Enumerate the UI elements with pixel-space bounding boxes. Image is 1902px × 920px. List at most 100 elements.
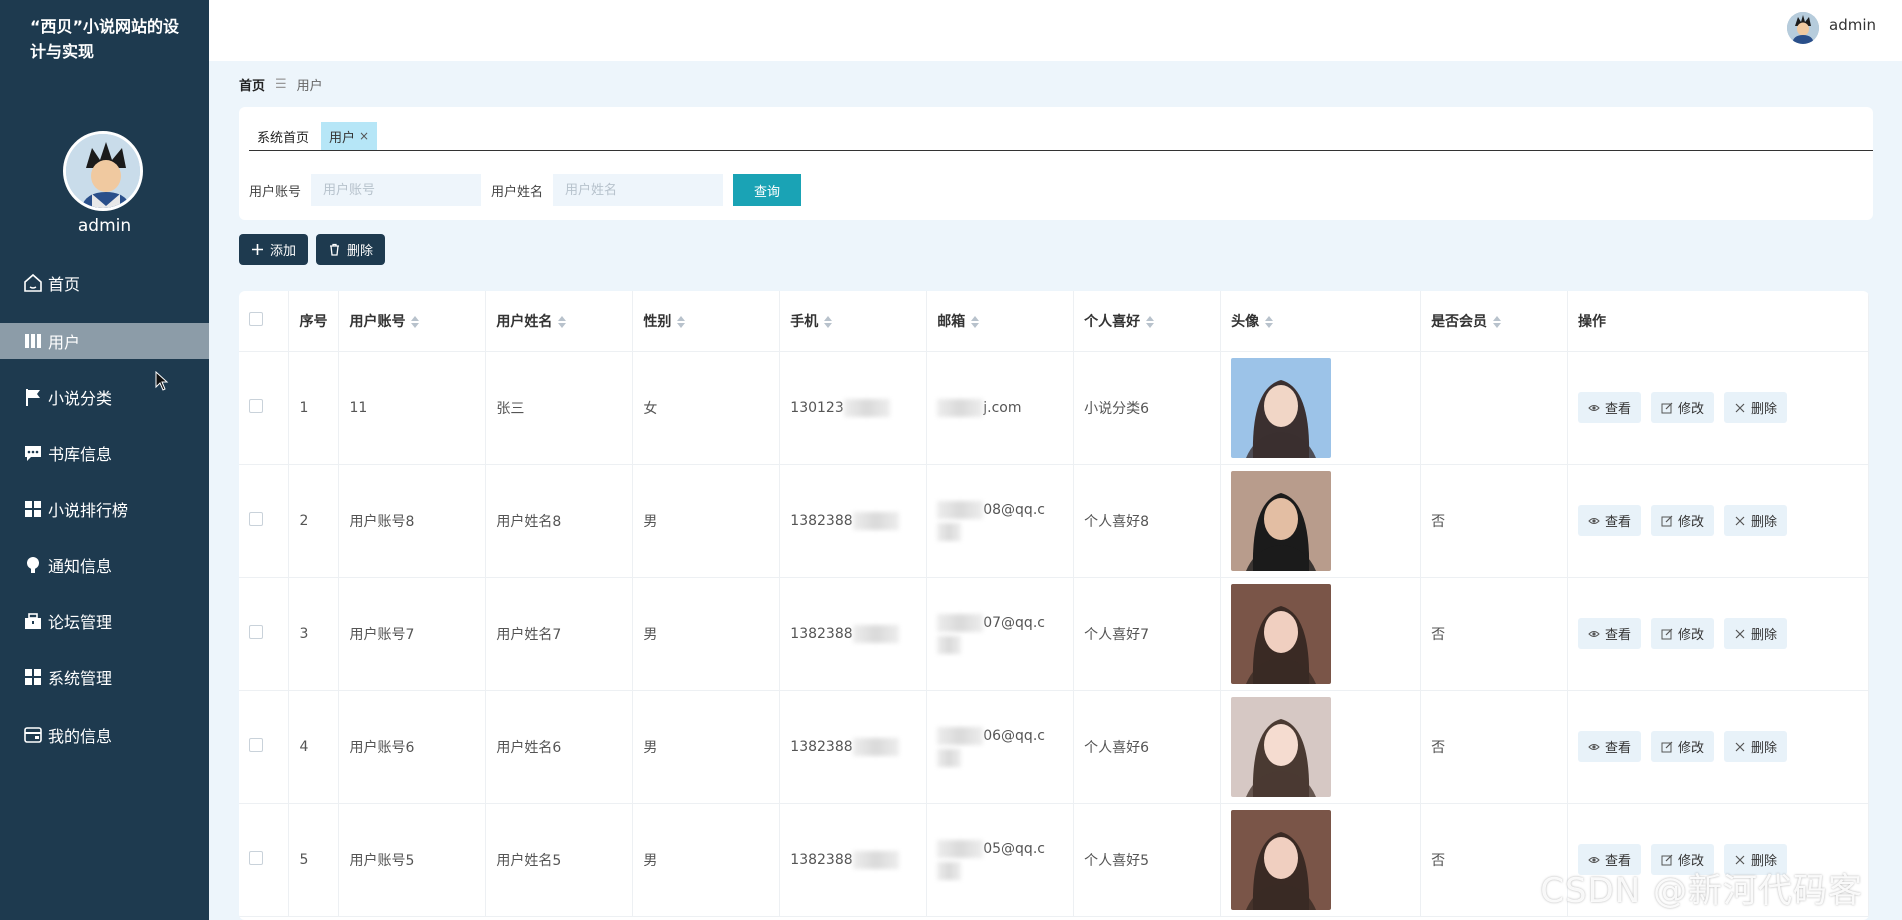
row-delete-button[interactable]: 删除 [1724,505,1788,536]
row-delete-button[interactable]: 删除 [1724,731,1788,762]
header-label: 邮箱 [937,313,966,330]
row-checkbox[interactable] [249,511,263,526]
select-all-cell[interactable] [239,291,290,352]
toolbar: 添加 删除 [239,234,386,265]
sort-icon[interactable] [411,315,420,328]
delete-button[interactable]: 删除 [316,234,386,265]
sort-icon[interactable] [1265,315,1274,328]
cell-account: 用户账号8 [338,464,487,578]
cell-phone: 1382388 [779,803,928,917]
cell-actions: 查看 修改 删除 [1567,351,1869,465]
eye-icon [1588,517,1600,524]
sidebar-item-novel-category[interactable]: 小说分类 [0,379,209,415]
header-member[interactable]: 是否会员 [1420,291,1569,352]
cell-member [1420,351,1569,465]
row-select-cell[interactable] [239,577,290,691]
view-label: 查看 [1605,741,1632,756]
tab-system-home[interactable]: 系统首页 [249,122,317,150]
row-delete-button[interactable]: 删除 [1724,618,1788,649]
edit-button[interactable]: 修改 [1651,505,1715,536]
cell-actions: 查看 修改 删除 [1567,577,1869,691]
avatar[interactable] [63,131,143,211]
sidebar-item-users[interactable]: 用户 [0,323,209,359]
breadcrumb-home[interactable]: 首页 [239,75,265,94]
sort-icon[interactable] [677,315,686,328]
row-checkbox[interactable] [249,737,263,752]
header-hobby[interactable]: 个人喜好 [1073,291,1222,352]
header-username[interactable]: admin [1829,16,1876,34]
edit-label: 修改 [1678,628,1705,643]
redaction-mask [937,500,984,519]
close-icon[interactable]: × [359,129,369,143]
header-avatar[interactable] [1787,12,1819,44]
sort-icon[interactable] [558,315,567,328]
sidebar-item-ranking[interactable]: 小说排行榜 [0,491,209,527]
sidebar-item-library[interactable]: 书库信息 [0,435,209,471]
user-photo[interactable] [1231,470,1332,571]
header-name[interactable]: 用户姓名 [485,291,634,352]
phone-text: 130123 [790,399,844,416]
row-select-cell[interactable] [239,351,290,465]
view-button[interactable]: 查看 [1578,505,1642,536]
email-text: 06@qq.c [983,727,1045,744]
cell-actions: 查看 修改 删除 [1567,464,1869,578]
edit-button[interactable]: 修改 [1651,392,1715,423]
tab-label: 系统首页 [257,130,310,146]
account-input[interactable] [311,174,482,206]
sort-icon[interactable] [1493,315,1502,328]
sidebar-username: admin [77,216,132,236]
grid-icon [25,501,41,517]
header-gender[interactable]: 性别 [632,291,781,352]
cell-gender: 男 [632,803,781,917]
sort-icon[interactable] [1146,315,1155,328]
view-button[interactable]: 查看 [1578,731,1642,762]
redaction-mask [937,861,962,880]
sidebar-item-notice[interactable]: 通知信息 [0,547,209,583]
cell-gender: 男 [632,577,781,691]
edit-button[interactable]: 修改 [1651,618,1715,649]
sidebar-item-label: 我的信息 [48,727,113,746]
cell-avatar [1220,577,1422,691]
header-email[interactable]: 邮箱 [926,291,1075,352]
chat-icon [25,446,41,461]
row-checkbox[interactable] [249,624,263,639]
edit-icon [1661,741,1673,752]
query-button[interactable]: 查询 [733,174,802,206]
sidebar-item-forum[interactable]: 论坛管理 [0,603,209,639]
row-select-cell[interactable] [239,690,290,804]
user-photo[interactable] [1231,357,1332,458]
sort-icon[interactable] [824,315,833,328]
view-button[interactable]: 查看 [1578,392,1642,423]
user-photo[interactable] [1231,696,1332,797]
sidebar-item-label: 用户 [48,333,81,352]
row-checkbox[interactable] [249,850,263,865]
cell-phone: 130123 [779,351,928,465]
row-select-cell[interactable] [239,803,290,917]
row-delete-button[interactable]: 删除 [1724,392,1788,423]
header-account[interactable]: 用户账号 [338,291,487,352]
header-label: 个人喜好 [1084,313,1141,330]
select-all-checkbox[interactable] [249,311,263,326]
delete-label: 删除 [1751,628,1778,643]
row-select-cell[interactable] [239,464,290,578]
add-button[interactable]: 添加 [239,234,309,265]
sidebar-item-home[interactable]: 首页 [0,265,209,301]
cell-name: 用户姓名6 [485,690,634,804]
cell-email: j.com [926,351,1075,465]
header-avatar[interactable]: 头像 [1220,291,1422,352]
view-button[interactable]: 查看 [1578,618,1642,649]
sidebar-item-profile[interactable]: 我的信息 [0,717,209,753]
sort-icon[interactable] [971,315,980,328]
user-photo[interactable] [1231,809,1332,910]
user-photo[interactable] [1231,583,1332,684]
tab-users[interactable]: 用户 × [321,122,378,150]
email-text: j.com [983,399,1022,416]
sidebar-item-system[interactable]: 系统管理 [0,659,209,695]
name-input[interactable] [553,174,724,206]
grid-icon [25,669,41,685]
email-text: 08@qq.c [983,501,1045,518]
header-phone[interactable]: 手机 [779,291,928,352]
row-checkbox[interactable] [249,398,263,413]
edit-button[interactable]: 修改 [1651,731,1715,762]
redaction-mask [852,737,899,756]
